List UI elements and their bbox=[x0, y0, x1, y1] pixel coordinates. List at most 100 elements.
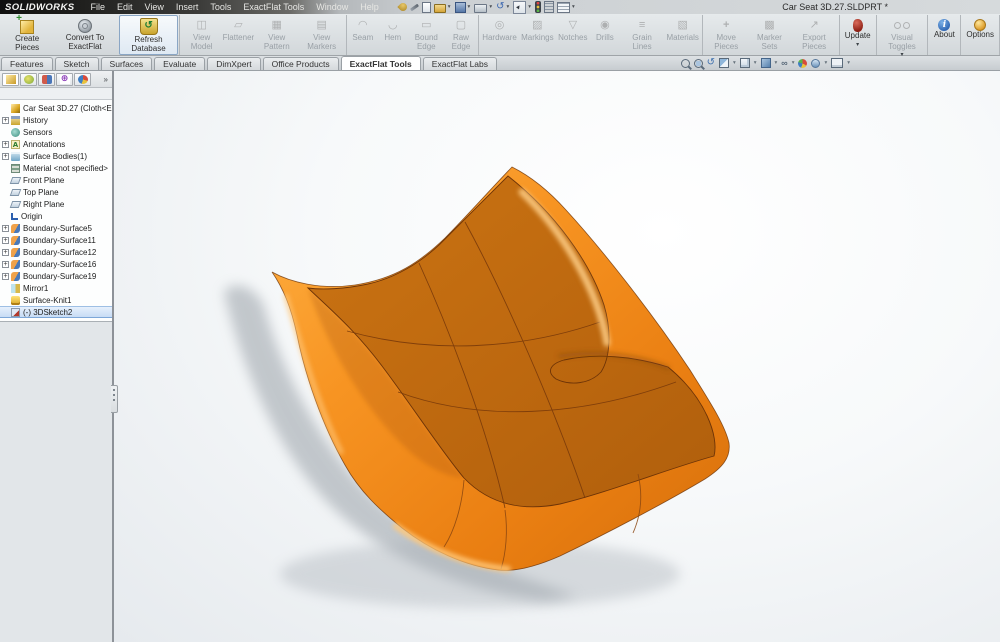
move-pieces-button[interactable]: Move Pieces bbox=[704, 15, 748, 55]
manager-tab-overflow[interactable]: » bbox=[104, 75, 112, 84]
file-properties-icon[interactable] bbox=[544, 1, 554, 13]
expand-toggle[interactable]: + bbox=[2, 273, 9, 280]
tree-item-car-seat-3d-27-cloth-exactflatmo[interactable]: Car Seat 3D.27 (Cloth<ExactFlatMo bbox=[0, 102, 112, 114]
dropdown-caret[interactable]: ▾ bbox=[775, 60, 778, 66]
menu-help[interactable]: Help bbox=[354, 2, 385, 12]
manager-tab-displaymanager[interactable] bbox=[74, 73, 91, 86]
export-pieces-button[interactable]: Export Pieces bbox=[791, 15, 838, 55]
menu-exactflat-tools[interactable]: ExactFlat Tools bbox=[237, 2, 310, 12]
dropdown-caret[interactable]: ▾ bbox=[468, 4, 471, 10]
tab-surfaces[interactable]: Surfaces bbox=[101, 57, 153, 70]
expand-toggle[interactable]: + bbox=[2, 225, 9, 232]
tab-features[interactable]: Features bbox=[1, 57, 53, 70]
expand-toggle[interactable]: + bbox=[2, 261, 9, 268]
expand-toggle[interactable]: + bbox=[2, 153, 9, 160]
zoom-to-fit-icon[interactable] bbox=[681, 59, 690, 68]
tree-item-top-plane[interactable]: Top Plane bbox=[0, 186, 112, 198]
menu-edit[interactable]: Edit bbox=[111, 2, 139, 12]
car-seat-model[interactable] bbox=[114, 71, 1000, 642]
view-model-button[interactable]: View Model bbox=[181, 15, 222, 55]
select-icon[interactable] bbox=[513, 1, 526, 14]
tree-item-boundary-surface5[interactable]: +Boundary-Surface5 bbox=[0, 222, 112, 234]
bound-edge-button[interactable]: Bound Edge bbox=[408, 15, 445, 55]
dropdown-caret[interactable]: ▾ bbox=[506, 4, 509, 10]
marker-sets-button[interactable]: Marker Sets bbox=[748, 15, 790, 55]
tree-item-mirror1[interactable]: Mirror1 bbox=[0, 282, 112, 294]
dropdown-caret[interactable]: ▾ bbox=[847, 60, 850, 66]
new-document-icon[interactable] bbox=[422, 2, 431, 13]
view-pattern-button[interactable]: View Pattern bbox=[255, 15, 299, 55]
update-button[interactable]: Update▾ bbox=[841, 15, 875, 55]
menu-insert[interactable]: Insert bbox=[170, 2, 205, 12]
view-markers-button[interactable]: View Markers bbox=[299, 15, 345, 55]
tab-exactflat-tools[interactable]: ExactFlat Tools bbox=[341, 56, 421, 70]
manager-tab-configurationmanager[interactable] bbox=[38, 73, 55, 86]
flattener-button[interactable]: Flattener bbox=[222, 15, 255, 55]
tree-item-right-plane[interactable]: Right Plane bbox=[0, 198, 112, 210]
tab-office-products[interactable]: Office Products bbox=[263, 57, 339, 70]
dropdown-caret[interactable]: ▾ bbox=[856, 42, 859, 48]
dropdown-caret[interactable]: ▾ bbox=[754, 60, 757, 66]
manager-tab-dimxpertmanager[interactable] bbox=[56, 73, 73, 86]
tree-item-annotations[interactable]: +Annotations bbox=[0, 138, 112, 150]
tab-dimxpert[interactable]: DimXpert bbox=[207, 57, 260, 70]
dropdown-caret[interactable]: ▾ bbox=[572, 4, 575, 10]
options-button[interactable]: Options bbox=[962, 15, 998, 55]
hide-show-items-icon[interactable] bbox=[781, 59, 787, 68]
tree-item-history[interactable]: +History bbox=[0, 114, 112, 126]
tree-item-front-plane[interactable]: Front Plane bbox=[0, 174, 112, 186]
dropdown-caret[interactable]: ▾ bbox=[528, 4, 531, 10]
edit-appearance-icon[interactable] bbox=[798, 59, 807, 68]
visual-toggles-button[interactable]: Visual Toggles▾ bbox=[878, 15, 927, 55]
markings-button[interactable]: Markings bbox=[519, 15, 556, 55]
tree-item-surface-bodies-1[interactable]: +Surface Bodies(1) bbox=[0, 150, 112, 162]
about-button[interactable]: About bbox=[929, 15, 959, 55]
save-icon[interactable] bbox=[455, 2, 466, 13]
tree-item-boundary-surface11[interactable]: +Boundary-Surface11 bbox=[0, 234, 112, 246]
open-icon[interactable] bbox=[434, 4, 446, 13]
expand-toggle[interactable]: + bbox=[2, 249, 9, 256]
tree-item-surface-knit1[interactable]: Surface-Knit1 bbox=[0, 294, 112, 306]
viewport-canvas[interactable] bbox=[114, 71, 1000, 642]
dropdown-caret[interactable]: ▾ bbox=[824, 60, 827, 66]
hem-button[interactable]: Hem bbox=[378, 15, 408, 55]
refresh-database-button[interactable]: Refresh Database bbox=[119, 15, 179, 55]
view-orientation-icon[interactable] bbox=[740, 58, 750, 68]
task-list-icon[interactable] bbox=[557, 2, 570, 13]
manager-tab-propertymanager[interactable] bbox=[20, 73, 37, 86]
view-settings-icon[interactable] bbox=[831, 58, 843, 68]
pushpin-icon[interactable] bbox=[397, 1, 408, 12]
expand-toggle[interactable]: + bbox=[2, 117, 9, 124]
tab-sketch[interactable]: Sketch bbox=[55, 57, 99, 70]
tab-exactflat-labs[interactable]: ExactFlat Labs bbox=[423, 57, 497, 70]
hardware-button[interactable]: Hardware bbox=[480, 15, 519, 55]
tree-item-material-not-specified[interactable]: Material <not specified> bbox=[0, 162, 112, 174]
expand-toggle[interactable]: + bbox=[2, 237, 9, 244]
section-view-icon[interactable] bbox=[719, 58, 729, 68]
tree-item-boundary-surface12[interactable]: +Boundary-Surface12 bbox=[0, 246, 112, 258]
drills-button[interactable]: Drills bbox=[590, 15, 620, 55]
create-pieces-button[interactable]: Create Pieces bbox=[3, 15, 51, 55]
dropdown-caret[interactable]: ▾ bbox=[792, 60, 795, 66]
tree-item-boundary-surface19[interactable]: +Boundary-Surface19 bbox=[0, 270, 112, 282]
zoom-to-area-icon[interactable] bbox=[694, 59, 703, 68]
materials-button[interactable]: Materials bbox=[664, 15, 701, 55]
grain-lines-button[interactable]: Grain Lines bbox=[620, 15, 664, 55]
dropdown-caret[interactable]: ▾ bbox=[489, 4, 492, 10]
seam-button[interactable]: Seam bbox=[348, 15, 378, 55]
expand-toggle[interactable]: + bbox=[2, 141, 9, 148]
menu-window[interactable]: Window bbox=[310, 2, 354, 12]
tree-item-boundary-surface16[interactable]: +Boundary-Surface16 bbox=[0, 258, 112, 270]
filter-bar[interactable] bbox=[0, 88, 112, 100]
tree-item-origin[interactable]: Origin bbox=[0, 210, 112, 222]
menu-file[interactable]: File bbox=[84, 2, 111, 12]
rebuild-traffic-light-icon[interactable] bbox=[535, 1, 541, 13]
display-style-icon[interactable] bbox=[761, 58, 771, 68]
undo-icon[interactable] bbox=[496, 2, 504, 12]
tree-item-sensors[interactable]: Sensors bbox=[0, 126, 112, 138]
pen-icon[interactable] bbox=[410, 3, 419, 11]
manager-tab-featuremanager-design-tree[interactable] bbox=[2, 73, 19, 86]
dropdown-caret[interactable]: ▾ bbox=[448, 4, 451, 10]
tab-evaluate[interactable]: Evaluate bbox=[154, 57, 205, 70]
previous-view-icon[interactable] bbox=[707, 58, 715, 68]
